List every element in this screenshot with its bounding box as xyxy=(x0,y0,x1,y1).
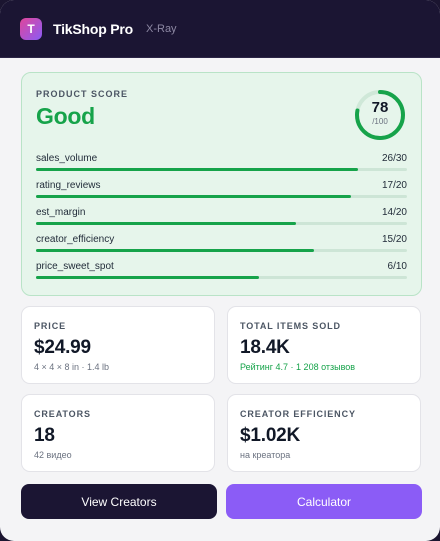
calculator-button[interactable]: Calculator xyxy=(226,484,422,519)
metric-score: 17/20 xyxy=(381,180,407,191)
metric-bar-track xyxy=(36,168,407,171)
metric-name: price_sweet_spot xyxy=(36,261,114,272)
videos-count: 42 видео xyxy=(34,450,72,460)
creator-efficiency-card: CREATOR EFFICIENCY $1.02K на креатора xyxy=(227,394,421,472)
metric-bar-track xyxy=(36,195,407,198)
price-label: PRICE xyxy=(34,321,67,331)
metric-name: creator_efficiency xyxy=(36,234,115,245)
app-logo-icon: T xyxy=(20,17,42,40)
price-card: PRICE $24.99 4 × 4 × 8 in · 1.4 lb xyxy=(21,306,215,384)
product-score-card: PRODUCT SCORE Good 78 /100 sales_volume … xyxy=(21,72,422,296)
metric-score: 15/20 xyxy=(381,234,407,245)
metric-bar-track xyxy=(36,276,407,279)
score-value: 78 xyxy=(371,99,389,116)
metric-est-margin: est_margin 14/20 xyxy=(36,207,407,229)
metric-bar-fill xyxy=(36,276,259,279)
metric-price-sweet-spot: price_sweet_spot 6/10 xyxy=(36,261,407,283)
creators-card: CREATORS 18 42 видео xyxy=(21,394,215,472)
items-sold-label: TOTAL ITEMS SOLD xyxy=(240,321,341,331)
rating-reviews-text: Рейтинг 4.7 · 1 208 отзывов xyxy=(240,362,356,372)
metric-score: 14/20 xyxy=(381,207,407,218)
metric-bar-fill xyxy=(36,195,352,198)
metric-bar-fill xyxy=(36,168,358,171)
view-creators-button[interactable]: View Creators xyxy=(21,484,217,519)
price-dimensions: 4 × 4 × 8 in · 1.4 lb xyxy=(34,362,110,372)
metric-sales-volume: sales_volume 26/30 xyxy=(36,153,407,175)
price-value: $24.99 xyxy=(34,337,91,358)
product-score-rating: Good xyxy=(36,103,95,129)
score-ring: 78 /100 xyxy=(354,89,406,141)
product-score-label: PRODUCT SCORE xyxy=(36,89,129,99)
per-creator-text: на креатора xyxy=(240,450,291,460)
score-max: /100 xyxy=(372,117,388,126)
metric-name: rating_reviews xyxy=(36,180,101,191)
metric-bar-fill xyxy=(36,222,296,225)
creators-value: 18 xyxy=(34,425,55,446)
metric-rating-reviews: rating_reviews 17/20 xyxy=(36,180,407,202)
metric-bar-track xyxy=(36,222,407,225)
xray-panel: T TikShop Pro X-Ray PRODUCT SCORE Good 7… xyxy=(0,0,440,541)
metric-bar-track xyxy=(36,249,407,252)
metric-bar-fill xyxy=(36,249,315,252)
app-title: TikShop Pro xyxy=(53,20,133,37)
metric-score: 26/30 xyxy=(381,153,407,164)
app-header: T TikShop Pro X-Ray xyxy=(0,0,440,58)
metric-creator-efficiency: creator_efficiency 15/20 xyxy=(36,234,407,256)
items-sold-card: TOTAL ITEMS SOLD 18.4K Рейтинг 4.7 · 1 2… xyxy=(227,306,421,384)
metric-name: est_margin xyxy=(36,207,86,218)
creator-efficiency-value: $1.02K xyxy=(240,425,301,446)
creators-label: CREATORS xyxy=(34,409,91,419)
app-subtitle: X-Ray xyxy=(146,22,177,35)
items-sold-value: 18.4K xyxy=(240,337,290,358)
metric-score: 6/10 xyxy=(387,261,407,272)
creator-efficiency-label: CREATOR EFFICIENCY xyxy=(240,409,356,419)
metric-name: sales_volume xyxy=(36,153,98,164)
